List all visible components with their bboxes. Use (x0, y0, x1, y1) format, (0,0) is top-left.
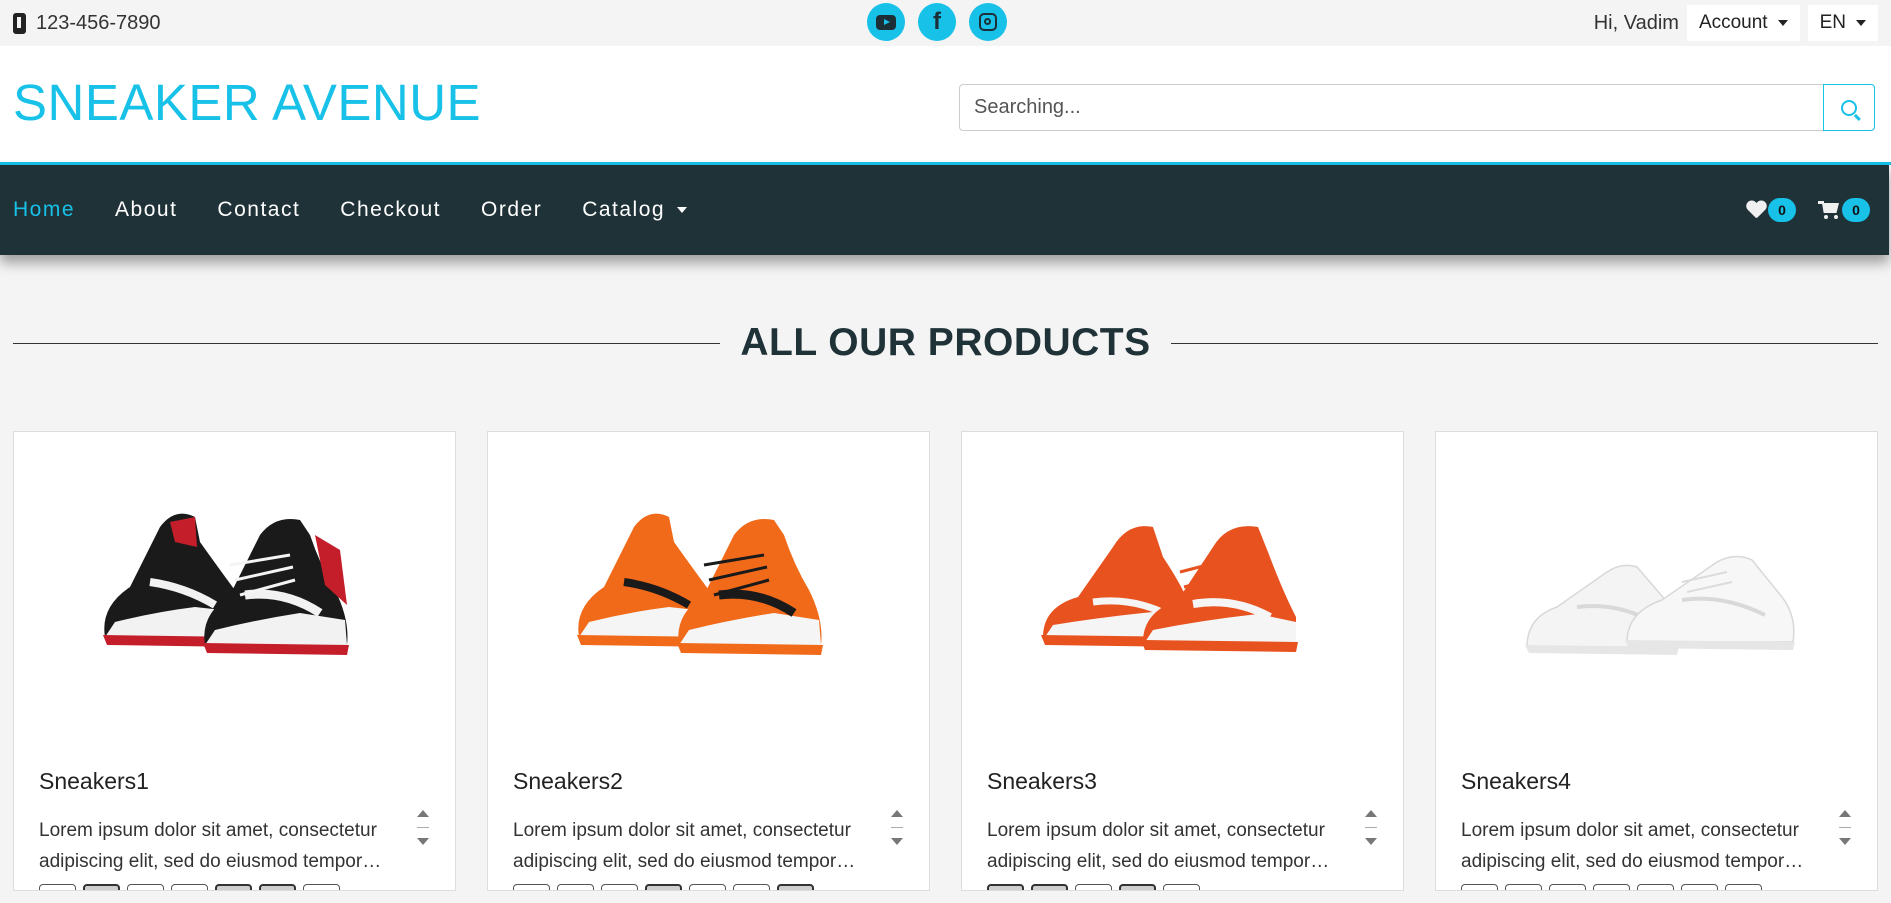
swatch[interactable] (601, 884, 638, 890)
product-description: Lorem ipsum dolor sit amet, consectetur … (1461, 820, 1799, 872)
product-description: Lorem ipsum dolor sit amet, consectetur … (39, 820, 377, 872)
description-scroll[interactable] (417, 810, 429, 845)
color-swatches (1461, 884, 1762, 890)
youtube-icon (876, 14, 896, 30)
nav-item-label: Checkout (340, 198, 442, 221)
product-card[interactable]: Sneakers1 Lorem ipsum dolor sit amet, co… (13, 431, 456, 891)
facebook-link[interactable]: f (918, 3, 956, 41)
product-description: Lorem ipsum dolor sit amet, consectetur … (987, 820, 1325, 872)
product-name[interactable]: Sneakers4 (1436, 768, 1877, 795)
search-button[interactable] (1823, 84, 1875, 131)
phone-icon (13, 12, 26, 34)
user-greeting: Hi, Vadim (1593, 11, 1679, 34)
swatch[interactable] (689, 884, 726, 890)
description-scroll[interactable] (1839, 810, 1851, 845)
product-description: Lorem ipsum dolor sit amet, consectetur … (513, 820, 851, 872)
section-title: ALL OUR PRODUCTS (740, 321, 1151, 364)
swatch[interactable] (1593, 884, 1630, 890)
product-name[interactable]: Sneakers2 (488, 768, 929, 795)
color-swatches (513, 884, 814, 890)
swatch[interactable] (557, 884, 594, 890)
cart-button[interactable]: 0 (1818, 198, 1870, 222)
facebook-icon: f (933, 8, 941, 35)
swatch[interactable] (777, 884, 814, 890)
color-swatches (987, 884, 1200, 890)
search-input[interactable] (959, 84, 1823, 131)
swatch[interactable] (645, 884, 682, 890)
product-card[interactable]: Sneakers3 Lorem ipsum dolor sit amet, co… (961, 431, 1404, 891)
language-label: EN (1819, 12, 1846, 33)
description-scroll[interactable] (1365, 810, 1377, 845)
account-label: Account (1698, 12, 1768, 33)
cart-count-badge: 0 (1842, 198, 1870, 222)
swatch[interactable] (1505, 884, 1542, 890)
account-dropdown[interactable]: Account (1686, 5, 1800, 41)
language-dropdown[interactable]: EN (1807, 5, 1878, 41)
instagram-link[interactable] (969, 3, 1007, 41)
phone-contact[interactable]: 123-456-7890 (13, 12, 161, 35)
swatch[interactable] (733, 884, 770, 890)
divider-line (1170, 342, 1879, 344)
cart-icon (1818, 201, 1840, 219)
nav-item-about[interactable]: About (115, 198, 177, 222)
product-name[interactable]: Sneakers3 (962, 768, 1403, 795)
search-bar (959, 84, 1875, 131)
product-name[interactable]: Sneakers1 (14, 768, 455, 795)
chevron-down-icon (1777, 20, 1788, 26)
social-links: f (867, 3, 1007, 41)
product-card[interactable]: Sneakers2 Lorem ipsum dolor sit amet, co… (487, 431, 930, 891)
swatch[interactable] (83, 884, 120, 890)
wishlist-count-badge: 0 (1768, 198, 1796, 222)
swatch[interactable] (39, 884, 76, 890)
site-logo[interactable]: SNEAKER AVENUE (13, 73, 481, 132)
swatch[interactable] (1075, 884, 1112, 890)
swatch[interactable] (1163, 884, 1200, 890)
youtube-link[interactable] (867, 3, 905, 41)
product-card[interactable]: Sneakers4 Lorem ipsum dolor sit amet, co… (1435, 431, 1878, 891)
nav-item-contact[interactable]: Contact (217, 198, 300, 222)
heart-icon (1746, 201, 1766, 219)
color-swatches (39, 884, 340, 890)
nav-item-catalog[interactable]: Catalog (582, 198, 688, 222)
search-icon (1841, 99, 1857, 116)
section-heading: ALL OUR PRODUCTS (0, 255, 1891, 431)
wishlist-button[interactable]: 0 (1746, 198, 1796, 222)
swatch[interactable] (1461, 884, 1498, 890)
main-nav: Home About Contact Checkout Order Catalo… (0, 165, 1889, 255)
description-scroll[interactable] (891, 810, 903, 845)
nav-item-label: Catalog (582, 198, 666, 221)
nav-item-label: Contact (217, 198, 301, 221)
swatch[interactable] (1031, 884, 1068, 890)
phone-number: 123-456-7890 (36, 11, 161, 34)
swatch[interactable] (259, 884, 296, 890)
chevron-down-icon (677, 207, 688, 213)
swatch[interactable] (215, 884, 252, 890)
swatch[interactable] (513, 884, 550, 890)
nav-item-checkout[interactable]: Checkout (340, 198, 441, 222)
product-image[interactable] (14, 432, 455, 732)
nav-item-home[interactable]: Home (13, 198, 75, 222)
instagram-icon (979, 13, 997, 31)
swatch[interactable] (987, 884, 1024, 890)
swatch[interactable] (303, 884, 340, 890)
swatch[interactable] (1119, 884, 1156, 890)
swatch[interactable] (1549, 884, 1586, 890)
divider-line (13, 342, 721, 344)
swatch[interactable] (1681, 884, 1718, 890)
swatch[interactable] (1725, 884, 1762, 890)
nav-item-order[interactable]: Order (481, 198, 542, 222)
swatch[interactable] (171, 884, 208, 890)
nav-item-label: Order (481, 198, 543, 221)
product-grid: Sneakers1 Lorem ipsum dolor sit amet, co… (0, 431, 1891, 891)
nav-item-label: Home (13, 198, 76, 221)
product-image[interactable] (1436, 432, 1877, 732)
nav-item-label: About (115, 198, 178, 221)
swatch[interactable] (127, 884, 164, 890)
chevron-down-icon (1856, 20, 1866, 26)
product-image[interactable] (488, 432, 929, 732)
site-header: SNEAKER AVENUE (0, 46, 1891, 165)
top-bar: 123-456-7890 f Hi, Vadim Account EN (0, 0, 1891, 46)
swatch[interactable] (1637, 884, 1674, 890)
product-image[interactable] (962, 432, 1403, 732)
